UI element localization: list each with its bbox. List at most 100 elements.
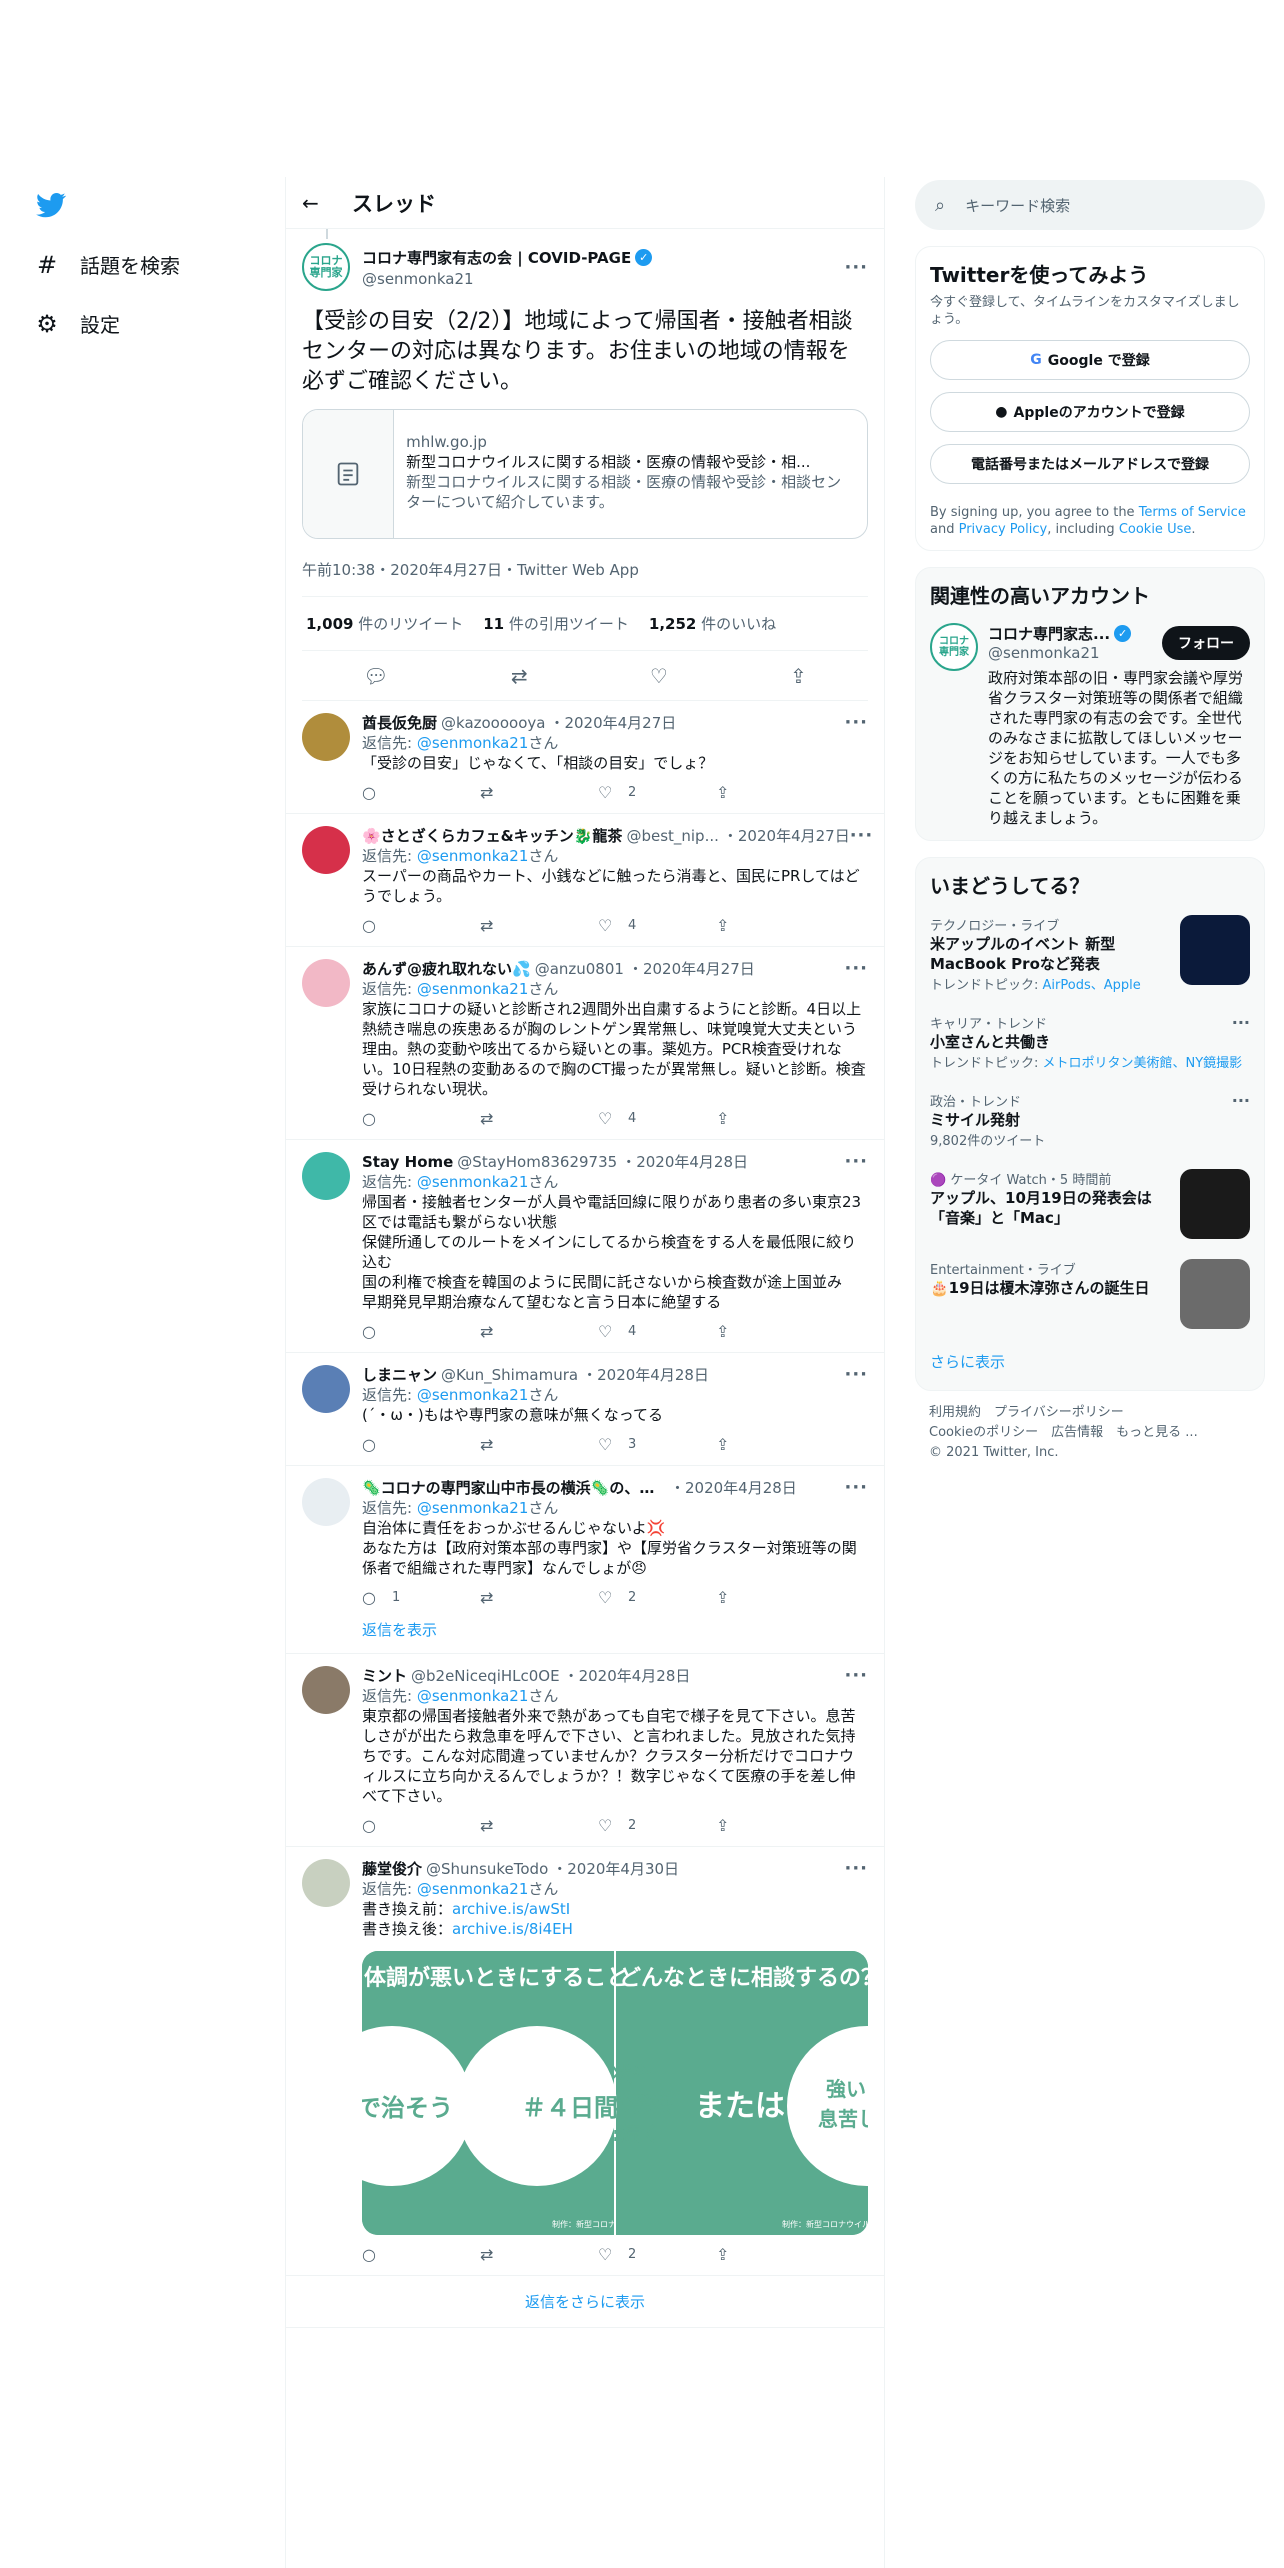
reply-button[interactable]: ○	[362, 1435, 480, 1455]
share-button[interactable]: ⇪	[716, 1322, 834, 1342]
archive-link-after[interactable]: archive.is/8i4EH	[452, 1920, 573, 1938]
avatar[interactable]: コロナ 専門家	[930, 623, 978, 671]
google-signup-button[interactable]: G Google で登録	[930, 340, 1250, 380]
avatar[interactable]	[302, 826, 350, 874]
reply-handle[interactable]: @b2eNiceqiHLc0OE	[411, 1666, 560, 1686]
reply-button[interactable]: ○	[362, 1322, 480, 1342]
reply-tweet[interactable]: 酋長仮免厨 @kazoooooya ・2020年4月27日 ··· 返信先: @…	[286, 701, 884, 814]
retweet-button[interactable]: ⇄	[480, 1435, 598, 1455]
avatar[interactable]	[302, 713, 350, 761]
relevant-account[interactable]: コロナ 専門家 コロナ専門家志... ✓ @senmonka21 フォロー 政府対策…	[930, 623, 1250, 828]
more-options-icon[interactable]: ···	[850, 826, 874, 846]
tweet-media-image[interactable]: 体調が悪いときにすること どんなときに相談するの？ で治そう ＃４日間 状や の…	[362, 1951, 868, 2235]
retweet-button[interactable]: ⇄	[480, 916, 598, 936]
like-button[interactable]: ♡ 2	[598, 1588, 716, 1608]
cookie-link[interactable]: Cookie Use	[1119, 522, 1192, 537]
reply-button[interactable]: ○	[362, 1816, 480, 1836]
nav-settings[interactable]: ⚙ 設定	[34, 309, 120, 338]
reply-tweet[interactable]: ミント @b2eNiceqiHLc0OE ・2020年4月28日 ··· 返信先…	[286, 1654, 884, 1847]
reply-button[interactable]: ○ 1	[362, 1588, 480, 1608]
reply-display-name[interactable]: しまニャン	[362, 1365, 437, 1385]
reply-display-name[interactable]: 藤堂俊介	[362, 1859, 422, 1879]
replying-to-link[interactable]: @senmonka21	[417, 734, 529, 752]
retweet-icon[interactable]: ⇄	[511, 664, 528, 688]
retweet-button[interactable]: ⇄	[480, 1588, 598, 1608]
share-button[interactable]: ⇪	[716, 1816, 834, 1836]
reply-date[interactable]: ・2020年4月28日	[621, 1152, 748, 1172]
reply-tweet[interactable]: しまニャン @Kun_Shimamura ・2020年4月28日 ··· 返信先…	[286, 1353, 884, 1466]
reply-handle[interactable]: @anzu0801	[535, 959, 624, 979]
more-options-icon[interactable]: ···	[844, 1152, 868, 1172]
like-icon[interactable]: ♡	[650, 664, 668, 688]
reply-tweet[interactable]: 🌸さとざくらカフェ&キッチン🐉龍茶 @best_nip... ・2020年4月2…	[286, 814, 884, 947]
trend-item[interactable]: キャリア・トレンド 小室さんと共働き トレンドトピック: メトロポリタン美術館、…	[930, 1003, 1250, 1081]
retweet-button[interactable]: ⇄	[480, 1816, 598, 1836]
avatar[interactable]	[302, 1365, 350, 1413]
trends-show-more-link[interactable]: さらに表示	[930, 1339, 1250, 1378]
phone-email-signup-button[interactable]: 電話番号またはメールアドレスで登録	[930, 444, 1250, 484]
show-more-replies-link[interactable]: 返信をさらに表示	[286, 2276, 884, 2328]
apple-signup-button[interactable]: ● Appleのアカウントで登録	[930, 392, 1250, 432]
replying-to-link[interactable]: @senmonka21	[417, 1880, 529, 1898]
author-display-name[interactable]: コロナ専門家有志の会 | COVID-PAGE	[362, 247, 631, 268]
reply-date[interactable]: ・2020年4月28日	[564, 1666, 691, 1686]
more-options-icon[interactable]: ···	[844, 257, 868, 278]
search-box[interactable]: ⌕ キーワード検索	[915, 180, 1265, 230]
more-options-icon[interactable]: ···	[1232, 1013, 1250, 1032]
likes-stat[interactable]: 1,252 件のいいね	[649, 613, 776, 634]
replying-to-link[interactable]: @senmonka21	[417, 1173, 529, 1191]
follow-button[interactable]: フォロー	[1162, 625, 1250, 660]
reply-button[interactable]: ○	[362, 916, 480, 936]
reply-date[interactable]: ・2020年4月30日	[552, 1859, 679, 1879]
author-username[interactable]: @senmonka21	[362, 270, 844, 288]
avatar[interactable]	[302, 959, 350, 1007]
replying-to-link[interactable]: @senmonka21	[417, 847, 529, 865]
more-options-icon[interactable]: ···	[1232, 1091, 1250, 1110]
footer-more-link[interactable]: もっと見る ...	[1116, 1425, 1198, 1440]
tweet-timestamp[interactable]: 午前10:38・2020年4月27日・Twitter Web App	[302, 543, 868, 597]
reply-button[interactable]: ○	[362, 1109, 480, 1129]
like-button[interactable]: ♡ 3	[598, 1435, 716, 1455]
more-options-icon[interactable]: ···	[844, 713, 868, 733]
replying-to-link[interactable]: @senmonka21	[417, 1499, 529, 1517]
more-options-icon[interactable]: ···	[844, 1666, 868, 1686]
like-button[interactable]: ♡ 2	[598, 1816, 716, 1836]
avatar[interactable]	[302, 1859, 350, 1907]
reply-handle[interactable]: @kazoooooya	[441, 713, 545, 733]
share-icon[interactable]: ⇪	[790, 664, 807, 688]
more-options-icon[interactable]: ···	[844, 1365, 868, 1385]
footer-privacy-link[interactable]: プライバシーポリシー	[994, 1405, 1124, 1420]
reply-tweet[interactable]: 藤堂俊介 @ShunsukeTodo ・2020年4月30日 ··· 返信先: …	[286, 1847, 884, 2276]
privacy-link[interactable]: Privacy Policy	[959, 522, 1048, 537]
replying-to-link[interactable]: @senmonka21	[417, 1386, 529, 1404]
like-button[interactable]: ♡ 2	[598, 783, 716, 803]
more-options-icon[interactable]: ···	[844, 1478, 868, 1498]
account-handle[interactable]: @senmonka21	[988, 644, 1162, 662]
reply-display-name[interactable]: あんず@疲れ取れない💦	[362, 959, 531, 979]
avatar[interactable]	[302, 1666, 350, 1714]
reply-button[interactable]: ○	[362, 2245, 480, 2265]
reply-tweet[interactable]: あんず@疲れ取れない💦 @anzu0801 ・2020年4月27日 ··· 返信…	[286, 947, 884, 1140]
reply-handle[interactable]: @StayHom83629735	[457, 1152, 617, 1172]
footer-ads-link[interactable]: 広告情報	[1051, 1425, 1103, 1440]
avatar[interactable]: コロナ 専門家	[302, 243, 350, 291]
terms-link[interactable]: Terms of Service	[1139, 505, 1246, 520]
share-button[interactable]: ⇪	[716, 916, 834, 936]
like-button[interactable]: ♡ 2	[598, 2245, 716, 2265]
trend-item[interactable]: 🟣 ケータイ Watch・5 時間前 アップル、10月19日の発表会は「音楽」と…	[930, 1159, 1250, 1249]
reply-date[interactable]: ・2020年4月27日	[723, 826, 850, 846]
more-options-icon[interactable]: ···	[844, 959, 868, 979]
twitter-logo-icon[interactable]	[34, 190, 68, 220]
archive-link-before[interactable]: archive.is/awStI	[452, 1900, 570, 1918]
reply-display-name[interactable]: Stay Home	[362, 1152, 453, 1172]
trend-item[interactable]: Entertainment・ライブ 🎂19日は榎木淳弥さんの誕生日	[930, 1249, 1250, 1339]
replying-to-link[interactable]: @senmonka21	[417, 1687, 529, 1705]
retweets-stat[interactable]: 1,009 件のリツイート	[306, 613, 463, 634]
nav-explore[interactable]: # 話題を検索	[34, 250, 180, 279]
reply-display-name[interactable]: ミント	[362, 1666, 407, 1686]
reply-display-name[interactable]: 酋長仮免厨	[362, 713, 437, 733]
avatar[interactable]	[302, 1152, 350, 1200]
reply-date[interactable]: ・2020年4月27日	[628, 959, 755, 979]
share-button[interactable]: ⇪	[716, 2245, 834, 2265]
account-name[interactable]: コロナ専門家志...	[988, 623, 1110, 644]
